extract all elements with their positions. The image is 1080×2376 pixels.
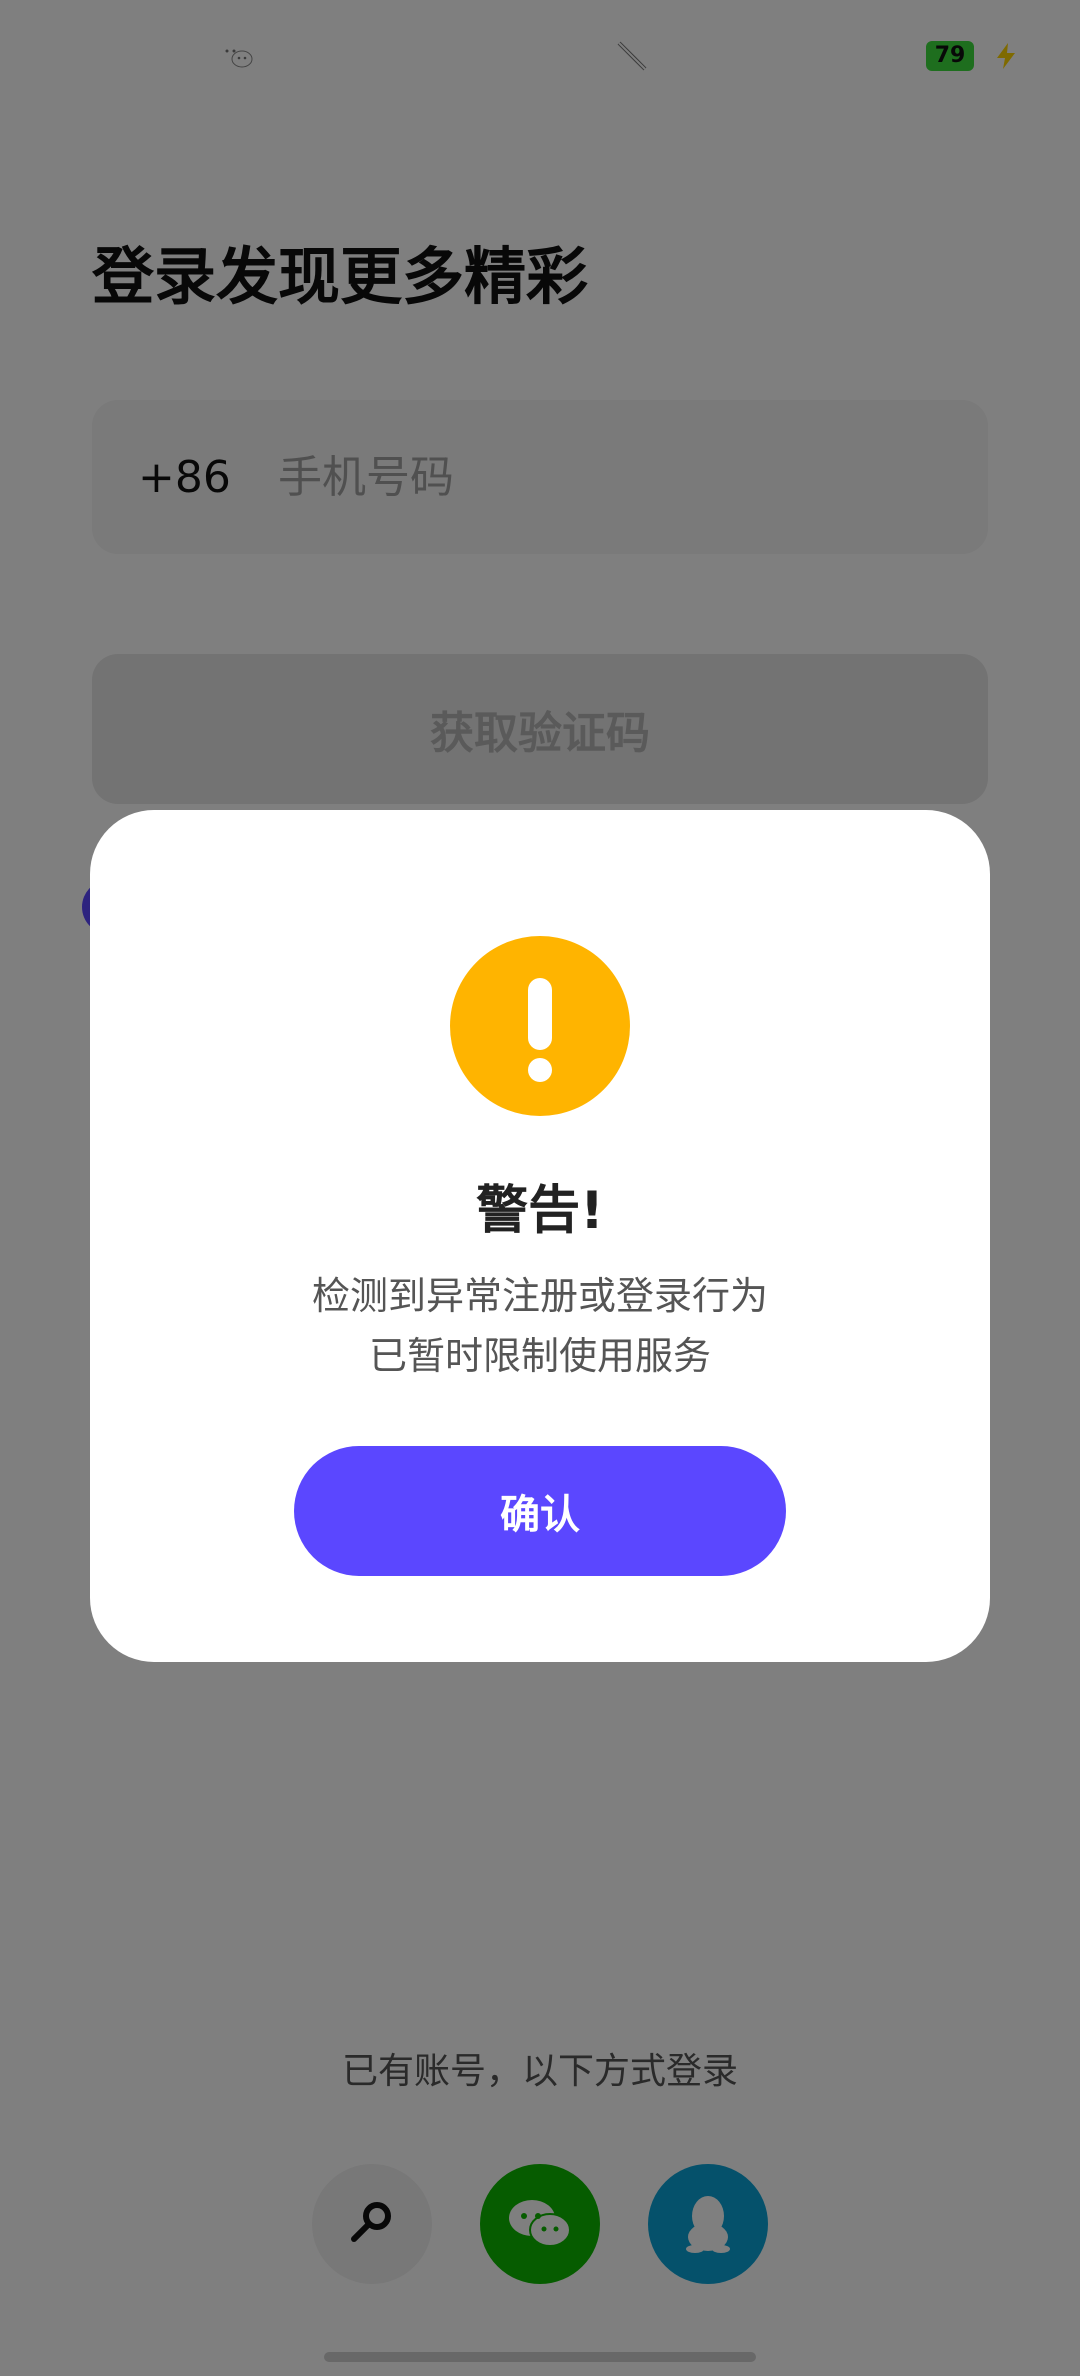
warning-title: 警告!	[476, 1181, 604, 1241]
exclamation-icon	[528, 978, 552, 1082]
warning-message-line-2: 已暂时限制使用服务	[368, 1334, 711, 1378]
confirm-button[interactable]: 确认	[294, 1446, 786, 1576]
warning-dialog: 警告! 检测到异常注册或登录行为 已暂时限制使用服务 确认	[90, 810, 990, 1662]
warning-icon	[450, 936, 630, 1116]
warning-message: 检测到异常注册或登录行为 已暂时限制使用服务	[90, 1266, 990, 1386]
warning-message-line-1: 检测到异常注册或登录行为	[311, 1274, 768, 1318]
